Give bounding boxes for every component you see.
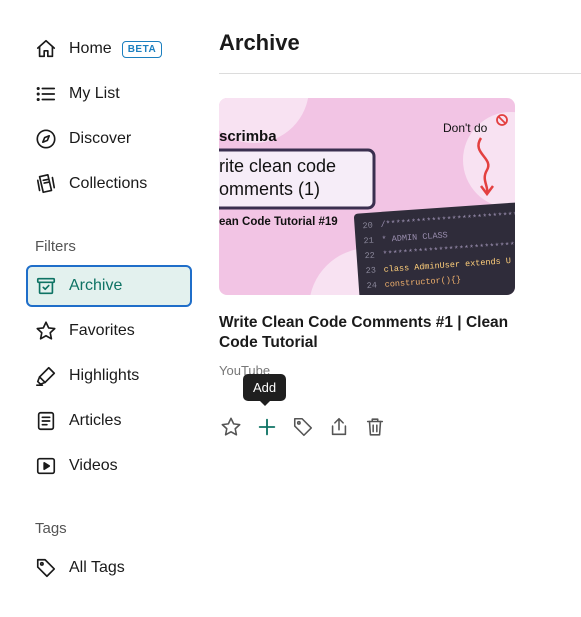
sidebar-item-label: Articles (69, 412, 122, 429)
code-line-number: 20 (362, 221, 373, 232)
sidebar-item-articles[interactable]: Articles (26, 400, 192, 442)
card-thumbnail[interactable]: scrimba rite clean code omments (1) ean … (219, 98, 515, 295)
thumbnail-headline-2: omments (1) (219, 179, 320, 199)
share-button[interactable] (327, 417, 351, 441)
list-icon (34, 82, 58, 106)
code-line-number: 24 (366, 280, 377, 291)
add-tooltip: Add (243, 374, 287, 406)
sidebar-item-all-tags[interactable]: All Tags (26, 547, 192, 589)
sidebar-item-label: Home (69, 40, 112, 57)
sidebar-item-favorites[interactable]: Favorites (26, 310, 192, 352)
code-line-text: } (385, 294, 391, 295)
compass-icon (34, 127, 58, 151)
article-icon (34, 409, 58, 433)
sidebar-item-label: Archive (69, 277, 123, 294)
sidebar-item-label: Favorites (69, 322, 135, 339)
highlighter-icon (34, 364, 58, 388)
star-icon (220, 416, 242, 443)
beta-badge: BETA (121, 40, 163, 58)
tags-heading: Tags (35, 520, 67, 537)
code-line-number: 22 (364, 250, 375, 261)
sidebar-item-discover[interactable]: Discover (26, 118, 192, 160)
video-icon (34, 454, 58, 478)
delete-icon (364, 416, 386, 443)
sidebar-item-label: My List (69, 85, 120, 102)
collections-icon (34, 172, 58, 196)
sidebar-item-videos[interactable]: Videos (26, 445, 192, 487)
thumbnail-brand: scrimba (219, 128, 277, 145)
sidebar: Home BETA My List Discover Collections F… (0, 0, 200, 617)
tag-button[interactable] (291, 417, 315, 441)
sidebar-item-collections[interactable]: Collections (26, 163, 192, 205)
sidebar-item-label: Discover (69, 130, 132, 147)
delete-button[interactable] (363, 417, 387, 441)
sidebar-item-my-list[interactable]: My List (26, 73, 192, 115)
sidebar-item-label: Videos (69, 457, 118, 474)
sidebar-item-label: Highlights (69, 367, 140, 384)
share-icon (328, 416, 350, 443)
thumbnail-graphic: scrimba rite clean code omments (1) ean … (219, 98, 515, 295)
card-actions (219, 417, 399, 441)
home-icon (34, 37, 58, 61)
thumbnail-note: Don't do (443, 121, 488, 135)
content-card: scrimba rite clean code omments (1) ean … (219, 98, 515, 436)
divider (219, 73, 581, 74)
thumbnail-headline-1: rite clean code (219, 156, 336, 176)
filters-heading: Filters (35, 238, 76, 255)
sidebar-item-archive[interactable]: Archive (26, 265, 192, 307)
tag-icon (292, 416, 314, 443)
thumbnail-subtitle: ean Code Tutorial #19 (219, 216, 338, 228)
add-button[interactable] (255, 417, 279, 441)
code-line-number: 23 (365, 265, 376, 276)
favorite-button[interactable] (219, 417, 243, 441)
sidebar-item-label: Collections (69, 175, 148, 192)
tag-icon (34, 556, 58, 580)
sidebar-item-home[interactable]: Home BETA (26, 28, 192, 70)
card-title[interactable]: Write Clean Code Comments #1 | Clean Cod… (219, 313, 515, 353)
star-icon (34, 319, 58, 343)
sidebar-item-label: All Tags (69, 559, 125, 576)
code-line-number: 21 (363, 236, 374, 247)
sidebar-item-highlights[interactable]: Highlights (26, 355, 192, 397)
archive-icon (34, 274, 58, 298)
add-icon (256, 416, 278, 443)
page-title: Archive (219, 30, 300, 55)
